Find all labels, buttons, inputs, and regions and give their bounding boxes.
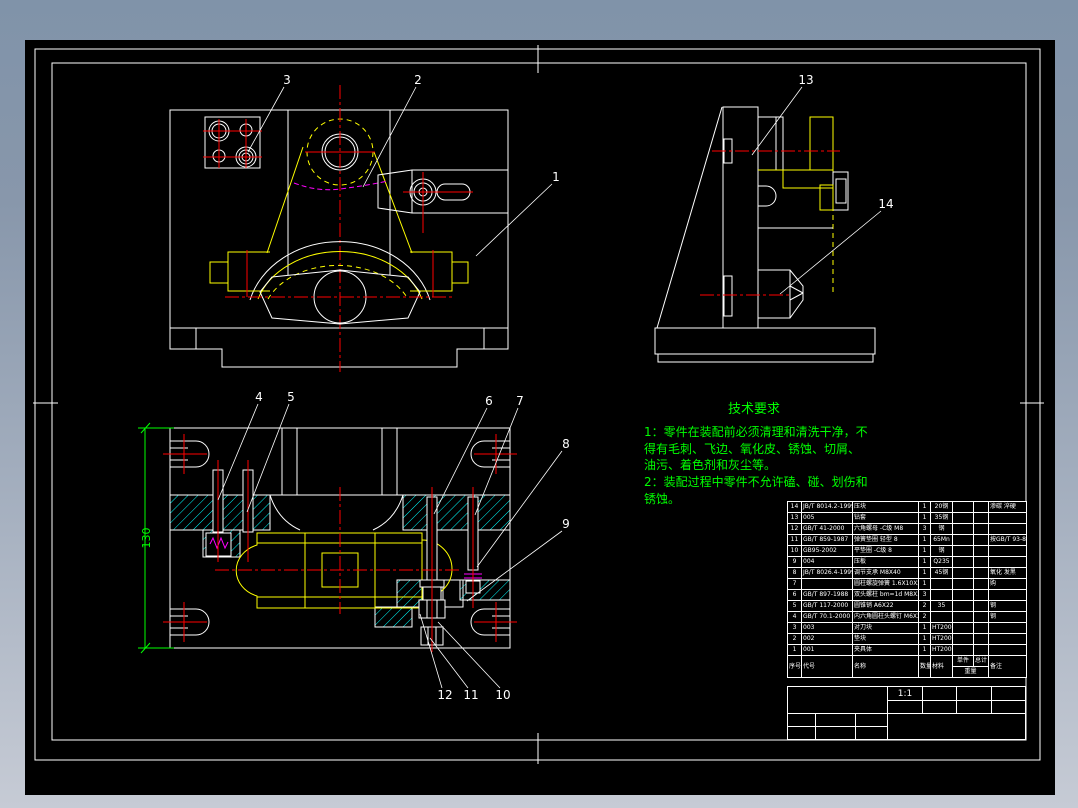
- bom-header-name: 名称: [852, 655, 919, 678]
- bom-header-weight: 重量: [952, 666, 989, 678]
- tech-line: 2：装配过程中零件不允许磕、碰、划伤和: [644, 475, 868, 490]
- bom-table: 14 JB/T 8014.2-1999 压块 1 20钢 渗碳 淬硬 13 005 钻套 1 35钢…: [787, 501, 1027, 678]
- tech-line: 油污、着色剂和灰尘等。: [644, 458, 777, 473]
- bom-header-seq: 序号: [787, 655, 802, 678]
- tech-requirements-title: 技术要求: [728, 402, 781, 417]
- callout-7: 7: [516, 394, 524, 408]
- tech-line: 1：零件在装配前必须清理和清洗干净，不: [644, 424, 868, 439]
- dimension-130: 130: [138, 422, 174, 654]
- table-row: 14 JB/T 8014.2-1999 压块 1 20钢 渗碳 淬硬: [787, 501, 1027, 513]
- callout-3: 3: [283, 73, 291, 87]
- callout-12: 12: [437, 688, 452, 702]
- bom-header-remark: 备注: [988, 655, 1027, 678]
- callout-5: 5: [287, 390, 295, 404]
- table-row: 13 005 钻套 1 35钢: [787, 512, 1027, 524]
- bom-header-mat: 材料: [930, 655, 953, 678]
- table-row: 12 GB/T 41-2000 六角螺母 -C级 M8 3 钢: [787, 523, 1027, 535]
- section-view: 130: [138, 422, 517, 654]
- table-row: 4 GB/T 70.1-2000 内六角圆柱头螺钉 M6X20 2 钢: [787, 611, 1027, 623]
- tech-line: 得有毛刺、飞边、氧化皮、锈蚀、切屑、: [644, 441, 861, 456]
- callout-6: 6: [485, 394, 493, 408]
- table-row: 6 GB/T 897-1988 双头螺柱 bm=1d M8X30 3: [787, 589, 1027, 601]
- side-view: [654, 106, 876, 363]
- bom-header-total: 总计: [973, 655, 989, 667]
- bom-body: 14 JB/T 8014.2-1999 压块 1 20钢 渗碳 淬硬 13 005 钻套 1 35钢…: [787, 501, 1027, 656]
- bom-header-unit: 单件: [952, 655, 974, 667]
- title-name-cell: [787, 686, 888, 714]
- table-row: 1 001 夹具体 1 HT200: [787, 644, 1027, 656]
- table-row: 5 GB/T 117-2000 圆锥销 A6X22 2 35 钢: [787, 600, 1027, 612]
- callout-8: 8: [562, 437, 570, 451]
- cad-viewer-canvas: { "colors":{"outline":"#ffffff","part":"…: [0, 0, 1078, 808]
- callout-2: 2: [414, 73, 422, 87]
- drawing-number-cell: [887, 713, 1026, 740]
- table-row: 3 003 对刀块 1 HT200: [787, 622, 1027, 634]
- callout-14: 14: [878, 197, 893, 211]
- callout-10: 10: [495, 688, 510, 702]
- callout-1: 1: [552, 170, 560, 184]
- callout-9: 9: [562, 517, 570, 531]
- table-row: 11 GB/T 859-1987 弹簧垫圈 轻型 8 1 65Mn 按GB/T 93-87: [787, 534, 1027, 546]
- dim-130-label: 130: [140, 528, 153, 549]
- callout-leaders: [217, 86, 882, 689]
- callout-11: 11: [463, 688, 478, 702]
- callout-4: 4: [255, 390, 263, 404]
- technical-requirements: 技术要求 1：零件在装配前必须清理和清洗干净，不 得有毛刺、飞边、氧化皮、锈蚀、…: [644, 402, 894, 508]
- table-row: 7 圆柱螺旋弹簧 1.6X10X25 1 购: [787, 578, 1027, 590]
- title-block: 1:1: [787, 686, 1026, 740]
- front-view: [169, 85, 509, 372]
- callout-13: 13: [798, 73, 813, 87]
- table-row: 2 002 垫块 1 HT200: [787, 633, 1027, 645]
- bom-header-qty: 数量: [918, 655, 931, 678]
- table-row: 8 JB/T 8026.4-1999 调节支承 M8X40 1 45钢 氧化 发黑: [787, 567, 1027, 579]
- bom-header-code: 代号: [801, 655, 853, 678]
- table-row: 9 004 压板 1 Q235: [787, 556, 1027, 568]
- table-row: 10 GB95-2002 平垫圈 -C级 81钢: [787, 545, 1027, 557]
- scale-cell: 1:1: [887, 686, 923, 701]
